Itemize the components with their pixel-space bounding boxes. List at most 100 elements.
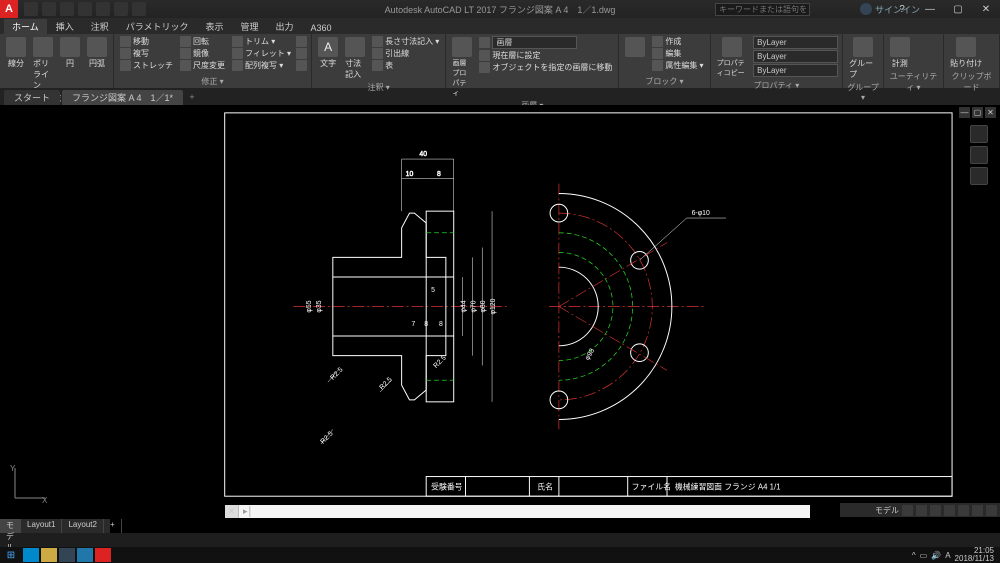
- lineardim-button[interactable]: 長さ寸法記入 ▾: [370, 36, 441, 47]
- stretch-button[interactable]: ストレッチ: [118, 60, 175, 71]
- app-icon[interactable]: A: [0, 0, 18, 18]
- modify-extra1-icon[interactable]: [296, 36, 307, 47]
- tab-a360[interactable]: A360: [303, 22, 340, 34]
- qat-save-icon[interactable]: [60, 2, 74, 16]
- color-dropdown[interactable]: ByLayer: [753, 36, 838, 49]
- qat-plot-icon[interactable]: [96, 2, 110, 16]
- layout2-tab[interactable]: Layout2: [62, 519, 103, 533]
- mirror-button[interactable]: 鏡像: [178, 48, 227, 59]
- taskbar-mail-icon[interactable]: [77, 548, 93, 562]
- navbar-pan-icon[interactable]: [970, 146, 988, 164]
- taskbar-autocad-icon[interactable]: [95, 548, 111, 562]
- leader-button[interactable]: 引出線: [370, 48, 441, 59]
- vp-minimize-button[interactable]: —: [959, 107, 970, 118]
- measure-button[interactable]: 計測: [888, 36, 912, 70]
- start-tab[interactable]: スタート: [4, 90, 60, 105]
- panel-prop-title[interactable]: プロパティ ▾: [715, 79, 839, 92]
- panel-clip-title[interactable]: クリップボード: [948, 70, 995, 94]
- taskbar-edge-icon[interactable]: [23, 548, 39, 562]
- matchprop-button[interactable]: プロパティコピー: [715, 36, 751, 79]
- tab-manage[interactable]: 管理: [233, 19, 267, 34]
- modify-extra3-icon[interactable]: [296, 60, 307, 71]
- layer-dropdown[interactable]: 画層: [492, 36, 577, 49]
- lineweight-dropdown[interactable]: ByLayer: [753, 50, 838, 63]
- fillet-button[interactable]: フィレット ▾: [230, 48, 293, 59]
- taskbar-store-icon[interactable]: [59, 548, 75, 562]
- polar-toggle-icon[interactable]: [944, 505, 955, 516]
- help-search-input[interactable]: [715, 3, 810, 16]
- arc-button[interactable]: 円弧: [85, 36, 109, 70]
- tray-volume-icon[interactable]: 🔊: [931, 551, 941, 560]
- tab-annotate[interactable]: 注釈: [83, 19, 117, 34]
- tab-insert[interactable]: 挿入: [48, 19, 82, 34]
- group-button[interactable]: グループ: [847, 36, 879, 81]
- lwt-toggle-icon[interactable]: [972, 505, 983, 516]
- panel-modify-title[interactable]: 修正 ▾: [118, 75, 307, 88]
- new-tab-button[interactable]: +: [185, 90, 199, 104]
- line-button[interactable]: 線分: [4, 36, 28, 70]
- drawing-tab[interactable]: フランジ図案 A 4 1／1*: [62, 90, 183, 105]
- customize-icon[interactable]: [986, 505, 997, 516]
- model-space[interactable]: 40 10 8 φ35 φ55 φ44 φ70 φ80 φ120 7: [30, 105, 960, 508]
- cmd-history-icon[interactable]: ✕: [225, 505, 239, 518]
- insert-block-button[interactable]: [623, 36, 647, 58]
- vp-close-button[interactable]: ✕: [985, 107, 996, 118]
- linetype-dropdown[interactable]: ByLayer: [753, 64, 838, 77]
- movetolayer-button[interactable]: オブジェクトを指定の画層に移動: [477, 62, 614, 73]
- panel-group-title[interactable]: グループ ▾: [847, 81, 879, 103]
- dimension-button[interactable]: 寸法記入: [343, 36, 367, 81]
- tab-output[interactable]: 出力: [268, 19, 302, 34]
- qat-saveas-icon[interactable]: [78, 2, 92, 16]
- close-button[interactable]: ✕: [972, 0, 1000, 18]
- layout-add-button[interactable]: +: [104, 519, 122, 533]
- navbar-zoom-icon[interactable]: [970, 167, 988, 185]
- blk-create-button[interactable]: 作成: [650, 36, 705, 47]
- tray-date[interactable]: 2018/11/13: [955, 555, 994, 563]
- navbar-wheel-icon[interactable]: [970, 125, 988, 143]
- vp-restore-button[interactable]: ▢: [972, 107, 983, 118]
- tray-chevron-icon[interactable]: ^: [912, 551, 916, 560]
- command-line[interactable]: ✕ ▸│: [225, 505, 810, 518]
- model-tab[interactable]: モデル: [0, 519, 21, 533]
- help-icon[interactable]: ?: [888, 0, 916, 18]
- osnap-toggle-icon[interactable]: [958, 505, 969, 516]
- circle-button[interactable]: 円: [58, 36, 82, 70]
- panel-util-title[interactable]: ユーティリティ ▾: [888, 70, 939, 94]
- setcurrent-button[interactable]: 現在層に設定: [477, 50, 614, 61]
- status-model-label[interactable]: モデル: [875, 505, 899, 516]
- maximize-button[interactable]: ▢: [944, 0, 972, 18]
- copy-button[interactable]: 複写: [118, 48, 175, 59]
- modify-extra2-icon[interactable]: [296, 48, 307, 59]
- trim-button[interactable]: トリム ▾: [230, 36, 293, 47]
- text-button[interactable]: A文字: [316, 36, 340, 70]
- array-button[interactable]: 配列複写 ▾: [230, 60, 293, 71]
- tab-home[interactable]: ホーム: [4, 19, 47, 34]
- qat-new-icon[interactable]: [24, 2, 38, 16]
- table-button[interactable]: 表: [370, 60, 441, 71]
- snap-toggle-icon[interactable]: [916, 505, 927, 516]
- ortho-toggle-icon[interactable]: [930, 505, 941, 516]
- qat-open-icon[interactable]: [42, 2, 56, 16]
- tray-network-icon[interactable]: ▭: [920, 551, 928, 560]
- blk-edit-button[interactable]: 編集: [650, 48, 705, 59]
- panel-block-title[interactable]: ブロック ▾: [623, 75, 705, 88]
- taskbar-explorer-icon[interactable]: [41, 548, 57, 562]
- move-button[interactable]: 移動: [118, 36, 175, 47]
- drawing-area[interactable]: — ▢ ✕: [0, 105, 1000, 533]
- rotate-button[interactable]: 回転: [178, 36, 227, 47]
- qat-redo-icon[interactable]: [132, 2, 146, 16]
- grid-toggle-icon[interactable]: [902, 505, 913, 516]
- scale-button[interactable]: 尺度変更: [178, 60, 227, 71]
- layout1-tab[interactable]: Layout1: [21, 519, 62, 533]
- minimize-button[interactable]: —: [916, 0, 944, 18]
- panel-annot-title[interactable]: 注釈 ▾: [316, 81, 441, 94]
- tab-view[interactable]: 表示: [198, 19, 232, 34]
- qat-undo-icon[interactable]: [114, 2, 128, 16]
- blk-attr-button[interactable]: 属性編集 ▾: [650, 60, 705, 71]
- start-button[interactable]: ⊞: [0, 547, 22, 563]
- tray-ime-icon[interactable]: A: [945, 551, 950, 560]
- tab-parametric[interactable]: パラメトリック: [118, 19, 197, 34]
- layerprops-button[interactable]: 画層プロパティ: [450, 36, 474, 99]
- paste-button[interactable]: 貼り付け: [948, 36, 984, 70]
- polyline-button[interactable]: ポリライン: [31, 36, 55, 92]
